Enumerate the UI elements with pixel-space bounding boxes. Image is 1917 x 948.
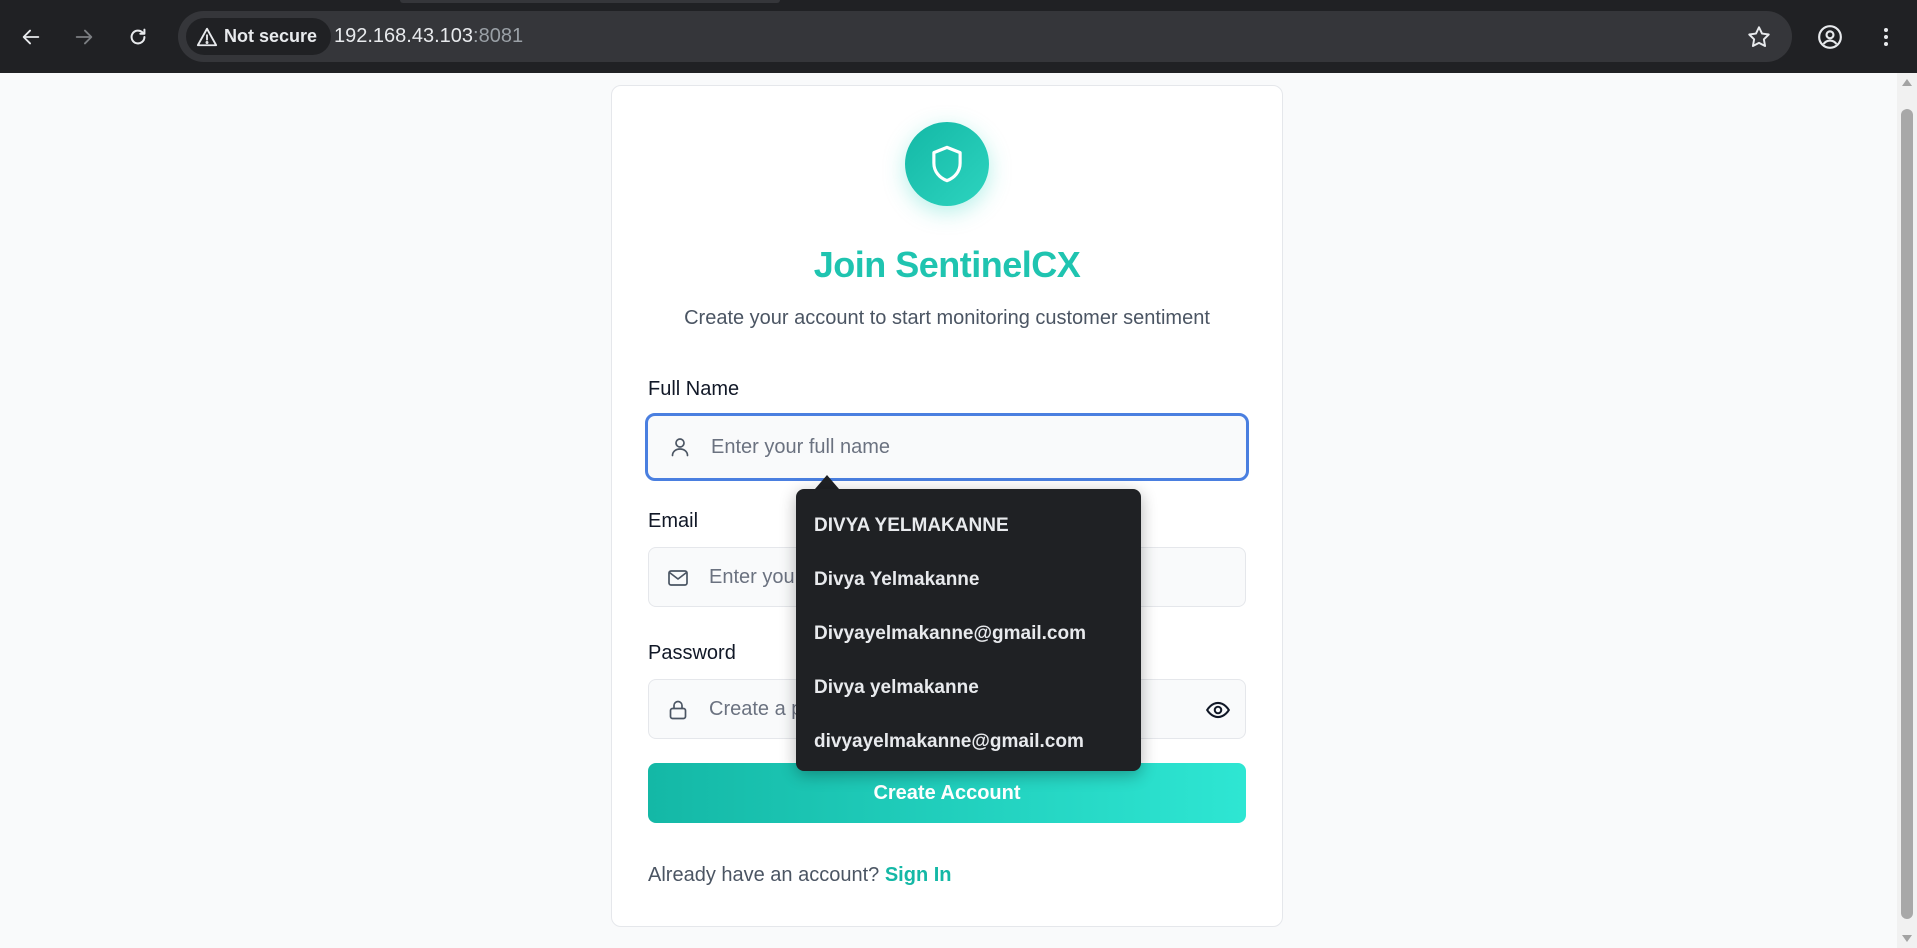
eye-icon[interactable] xyxy=(1205,697,1231,723)
url-host: 192.168.43.103 xyxy=(334,25,474,47)
address-bar[interactable]: Not secure 192.168.43.103:8081 xyxy=(178,11,1792,62)
profile-button[interactable] xyxy=(1812,19,1848,55)
site-info-chip[interactable]: Not secure xyxy=(186,18,332,55)
signin-prompt: Already have an account? Sign In xyxy=(648,864,952,887)
password-label: Password xyxy=(648,642,736,664)
sign-in-link[interactable]: Sign In xyxy=(885,864,952,886)
scroll-down-arrow[interactable] xyxy=(1902,935,1912,942)
shield-icon xyxy=(932,145,962,183)
autofill-suggestion[interactable]: divyayelmakanne@gmail.com xyxy=(796,715,1141,769)
account-circle-icon xyxy=(1818,25,1842,49)
arrow-right-icon xyxy=(75,29,93,45)
full-name-input[interactable] xyxy=(711,416,1181,478)
active-tab-edge xyxy=(400,0,780,3)
url-text[interactable]: 192.168.43.103:8081 xyxy=(334,25,523,48)
autofill-suggestion[interactable]: Divyayelmakanne@gmail.com xyxy=(796,607,1141,661)
browser-menu-button[interactable] xyxy=(1868,19,1904,55)
scroll-up-arrow[interactable] xyxy=(1902,79,1912,86)
autofill-suggestion[interactable]: DIVYA YELMAKANNE xyxy=(796,499,1141,553)
more-vertical-icon xyxy=(1884,28,1888,46)
arrow-left-icon xyxy=(22,29,40,45)
mail-icon xyxy=(668,570,688,586)
signin-prompt-text: Already have an account? xyxy=(648,864,880,886)
user-icon xyxy=(671,438,689,457)
security-label: Not secure xyxy=(224,26,318,46)
back-button[interactable] xyxy=(13,19,49,55)
url-port: :8081 xyxy=(473,25,524,47)
email-label: Email xyxy=(648,510,699,532)
page-subtitle: Create your account to start monitoring … xyxy=(684,307,1210,329)
create-account-button[interactable]: Create Account xyxy=(648,763,1246,823)
autofill-pointer xyxy=(815,475,839,489)
bookmark-star-icon[interactable] xyxy=(1746,24,1772,50)
warning-triangle-icon xyxy=(196,27,218,46)
reload-button[interactable] xyxy=(120,19,156,55)
full-name-label: Full Name xyxy=(648,378,740,400)
reload-icon xyxy=(130,28,146,45)
browser-toolbar: Not secure 192.168.43.103:8081 xyxy=(0,0,1917,73)
page-title: Join SentinelCX xyxy=(813,244,1081,285)
autofill-suggestion[interactable]: Divya Yelmakanne xyxy=(796,553,1141,607)
autofill-dropdown: DIVYA YELMAKANNE Divya Yelmakanne Divyay… xyxy=(796,489,1141,771)
forward-button[interactable] xyxy=(66,19,102,55)
lock-icon xyxy=(669,700,687,720)
app-logo xyxy=(905,122,989,206)
page-scrollbar[interactable] xyxy=(1897,73,1917,948)
full-name-field[interactable] xyxy=(645,413,1249,481)
scroll-thumb[interactable] xyxy=(1901,109,1913,919)
autofill-suggestion[interactable]: Divya yelmakanne xyxy=(796,661,1141,715)
